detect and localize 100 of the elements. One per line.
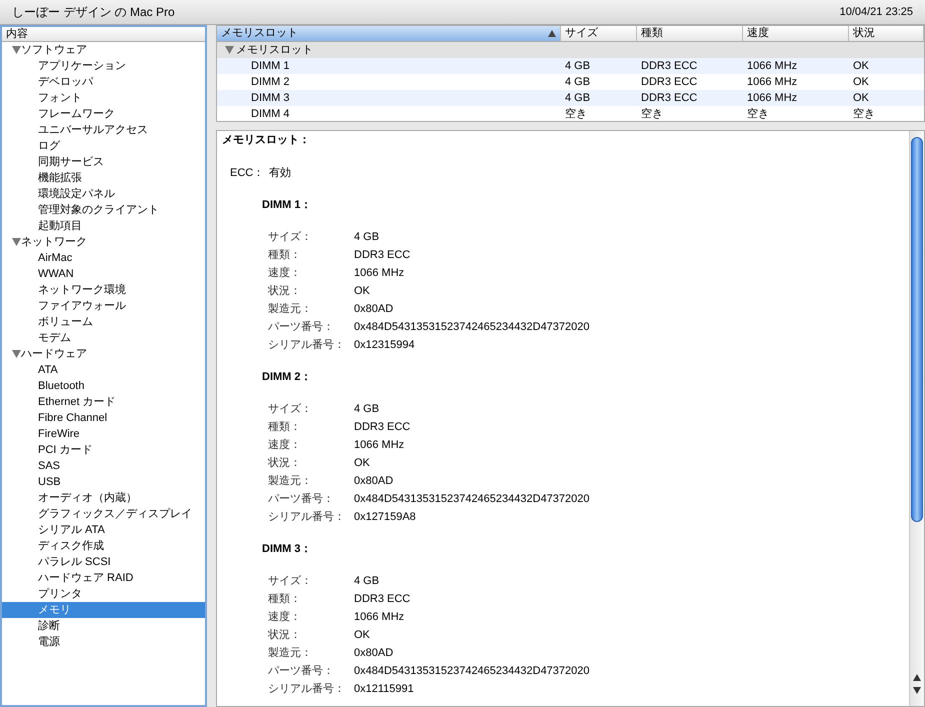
sidebar-item[interactable]: ハードウェア [2,346,205,362]
sort-ascending-icon [548,30,556,37]
sidebar-item[interactable]: ファイアウォール [2,298,205,314]
disclosure-triangle-icon[interactable] [12,350,21,358]
scrollbar[interactable] [909,131,924,706]
sidebar-item[interactable]: 機能拡張 [2,170,205,186]
section-title: DIMM 3： [262,542,312,557]
sidebar-item[interactable]: AirMac [2,250,205,266]
group-row[interactable]: メモリスロット [217,42,924,58]
sidebar-item[interactable]: シリアル ATA [2,522,205,538]
field-value: OK [354,628,370,643]
table-cell-text: OK [852,75,870,90]
sidebar-item[interactable]: 診断 [2,618,205,634]
field-value: 0x484D54313531523742465234432D47372020 [354,320,590,335]
column-header[interactable]: 種類 [637,26,743,41]
sidebar-item[interactable]: フォント [2,90,205,106]
table-row[interactable]: DIMM 1 4 GB DDR3 ECC 1066 MHz OK [217,58,924,74]
table-cell-text: 空き [564,106,588,121]
sidebar-item[interactable]: ディスク作成 [2,538,205,554]
sidebar-item[interactable]: Ethernet カード [2,394,205,410]
field-label: シリアル番号： [268,682,346,697]
field-value: 有効 [269,166,291,181]
sidebar-item[interactable]: 環境設定パネル [2,186,205,202]
column-header[interactable]: サイズ [561,26,637,41]
sidebar-item[interactable]: Bluetooth [2,378,205,394]
sidebar-item[interactable]: アプリケーション [2,58,205,74]
field-value: 0x12115991 [354,682,414,697]
field-value: 4 GB [354,402,380,417]
column-header: 内容 [2,27,205,42]
scroll-up-icon[interactable] [913,674,921,681]
sidebar-item[interactable]: デベロッパ [2,74,205,90]
column-header[interactable]: メモリスロット [217,26,561,41]
sidebar-item[interactable]: モデム [2,330,205,346]
sidebar-item[interactable]: パラレル SCSI [2,554,205,570]
table-cell-text: DDR3 ECC [640,59,698,74]
sidebar-item[interactable]: FireWire [2,426,205,442]
field-label: パーツ番号： [268,320,335,335]
field-value: 0x12315994 [354,338,415,353]
table-cell-text: DIMM 4 [250,107,290,121]
sidebar-item[interactable]: プリンタ [2,586,205,602]
table-cell-text: OK [852,59,870,74]
table-cell-text: 1066 MHz [746,59,798,74]
sidebar-item[interactable]: オーディオ（内蔵） [2,490,205,506]
field-value: 1066 MHz [354,438,404,453]
sidebar-item[interactable]: ソフトウェア [2,42,205,58]
table-row[interactable]: DIMM 3 4 GB DDR3 ECC 1066 MHz OK [217,90,924,106]
sidebar-item[interactable]: ユニバーサルアクセス [2,122,205,138]
field-value: 0x80AD [354,646,394,661]
sidebar-item[interactable]: ボリューム [2,314,205,330]
field-value: OK [354,456,370,471]
field-label: サイズ： [268,230,313,245]
sidebar-item[interactable]: ハードウェア RAID [2,570,205,586]
section-title: メモリスロット： [222,133,311,148]
table-cell-text: 空き [852,106,876,121]
column-header[interactable]: 速度 [743,26,849,41]
scroll-down-icon[interactable] [913,687,921,694]
sidebar-item[interactable]: SAS [2,458,205,474]
sidebar-item[interactable]: Fibre Channel [2,410,205,426]
section-title: DIMM 2： [262,370,312,385]
sidebar-item[interactable]: 管理対象のクライアント [2,202,205,218]
table-cell-text: 4 GB [564,91,592,106]
field-label: 製造元： [268,302,313,317]
table-cell-text: DDR3 ECC [640,91,698,106]
field-value: 0x127159A8 [354,510,416,525]
field-label: 種類： [268,420,302,435]
field-value: 0x484D54313531523742465234432D47372020 [354,664,590,679]
field-value: 4 GB [354,230,380,245]
sidebar-item[interactable]: ネットワーク [2,234,205,250]
sidebar-item[interactable]: メモリ [2,602,205,618]
scrollbar-thumb[interactable] [911,137,923,522]
field-label: 種類： [268,248,302,263]
sidebar-item[interactable]: グラフィックス／ディスプレイ [2,506,205,522]
table-cell-text: DIMM 3 [250,91,290,106]
sidebar-item[interactable]: 起動項目 [2,218,205,234]
section-title: DIMM 1： [262,198,312,213]
sidebar-item[interactable]: ネットワーク環境 [2,282,205,298]
sidebar-item[interactable]: 電源 [2,634,205,650]
table-cell-text: 1066 MHz [746,91,798,106]
field-value: 1066 MHz [354,266,404,281]
field-label: パーツ番号： [268,664,335,679]
window-title: しーぼー デザイン の Mac Pro [12,4,175,21]
field-value: OK [354,284,370,299]
sidebar-item[interactable]: USB [2,474,205,490]
column-header[interactable]: 状況 [849,26,924,41]
disclosure-triangle-icon[interactable] [225,46,234,54]
sidebar-item[interactable]: ログ [2,138,205,154]
field-label: サイズ： [268,402,313,417]
table-cell-text: 空き [640,106,664,121]
sidebar-item[interactable]: PCI カード [2,442,205,458]
table-cell-text: 4 GB [564,59,592,74]
table-cell-text: DIMM 1 [250,59,290,74]
sidebar-item[interactable]: フレームワーク [2,106,205,122]
field-label: 製造元： [268,474,313,489]
sidebar-item[interactable]: WWAN [2,266,205,282]
table-cell-text: DIMM 2 [250,75,290,90]
sidebar-item[interactable]: 同期サービス [2,154,205,170]
disclosure-triangle-icon[interactable] [12,46,21,54]
disclosure-triangle-icon[interactable] [12,238,21,246]
field-value: 0x80AD [354,302,394,317]
sidebar-item[interactable]: ATA [2,362,205,378]
